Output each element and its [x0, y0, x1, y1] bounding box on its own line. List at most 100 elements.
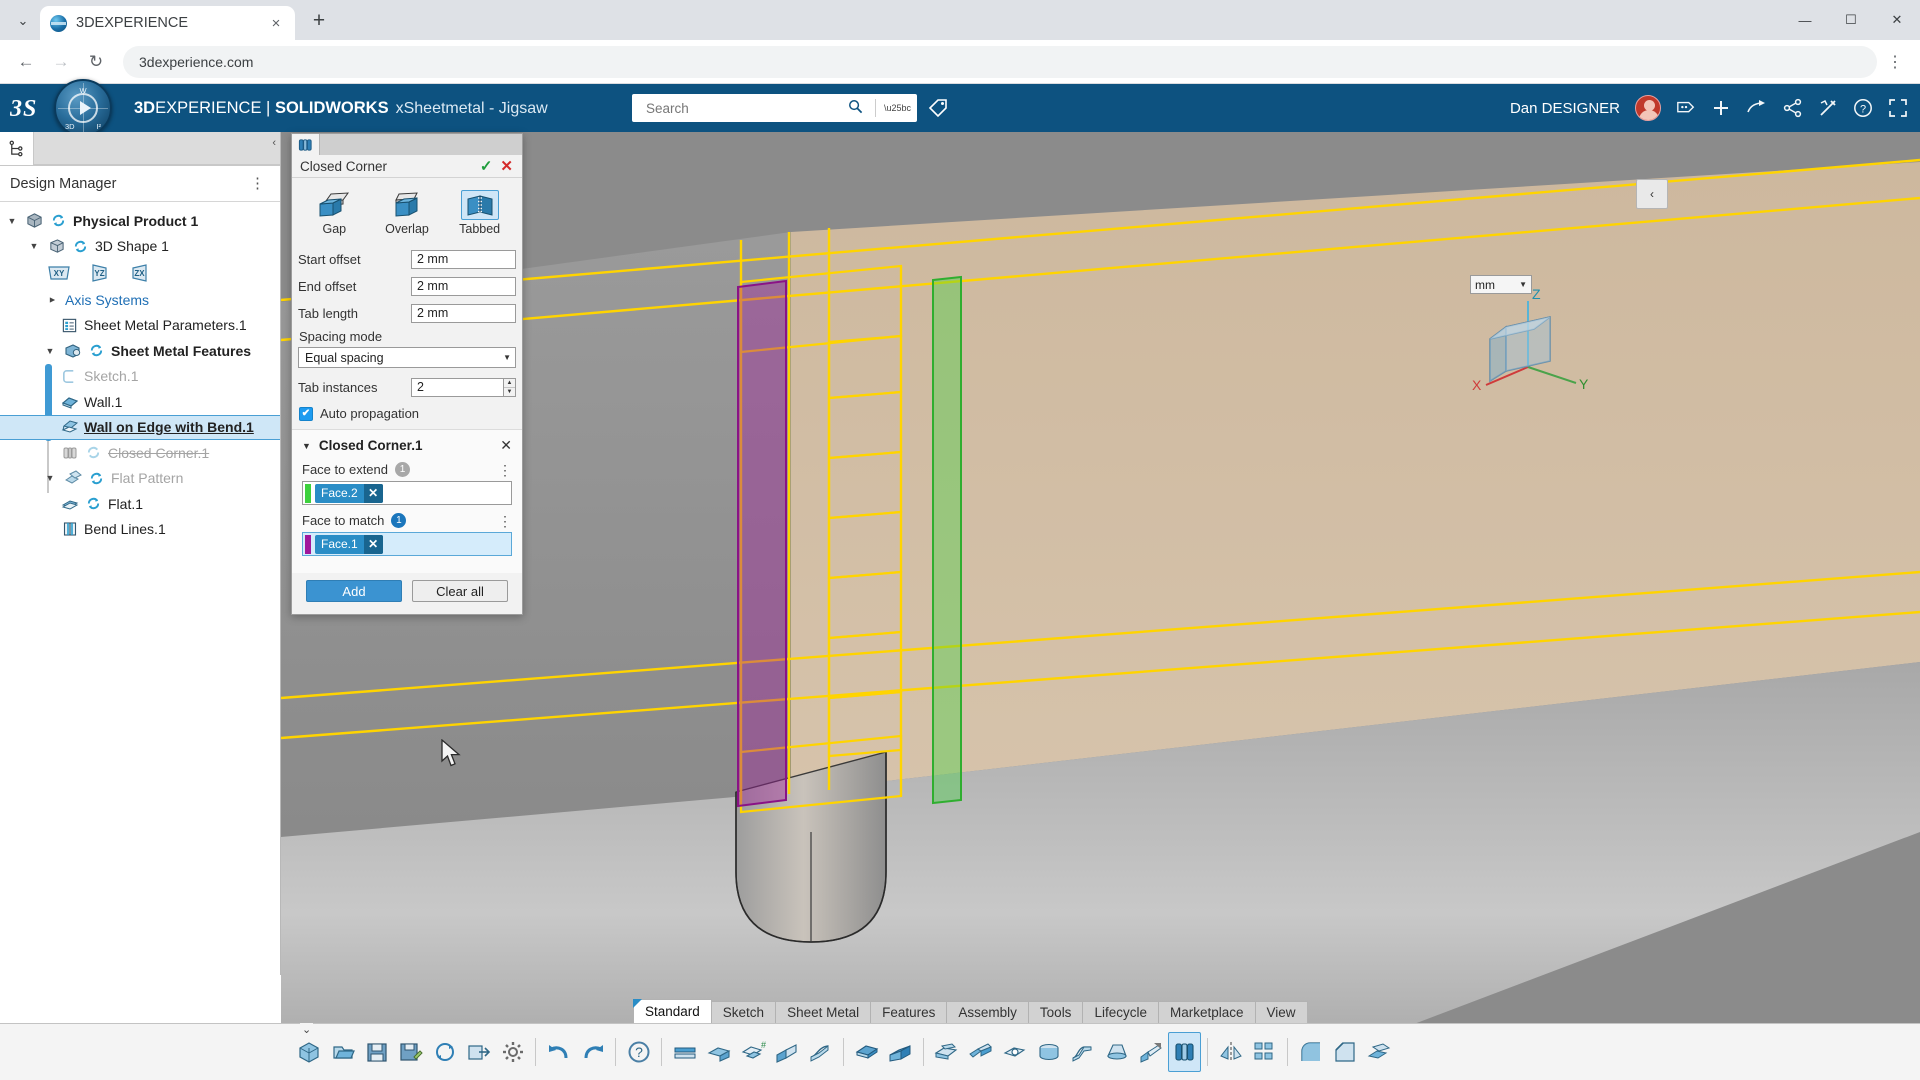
- tree-item-sketch[interactable]: Sketch.1: [0, 364, 280, 390]
- panel-menu-icon[interactable]: ⋮: [246, 180, 270, 188]
- plane-zx-icon[interactable]: ZX: [126, 263, 152, 283]
- hem-icon[interactable]: [930, 1032, 963, 1072]
- corner-type-overlap[interactable]: Overlap: [376, 186, 438, 238]
- add-button[interactable]: Add: [306, 580, 402, 602]
- tree-item-closed-corner[interactable]: Closed Corner.1: [0, 440, 280, 466]
- corner-relief-icon[interactable]: [998, 1032, 1031, 1072]
- forward-icon[interactable]: →: [45, 46, 77, 78]
- tab-features[interactable]: Features: [870, 1001, 947, 1023]
- viewport-collapse-button[interactable]: ‹: [1636, 179, 1668, 209]
- clear-all-button[interactable]: Clear all: [412, 580, 508, 602]
- expand-caret-icon[interactable]: ▼: [42, 473, 58, 483]
- face-to-extend-menu-icon[interactable]: ⋮: [498, 466, 512, 474]
- tab-sheet-metal[interactable]: Sheet Metal: [775, 1001, 871, 1023]
- start-offset-input[interactable]: 2 mm: [411, 250, 516, 269]
- address-bar[interactable]: 3dexperience.com: [123, 46, 1877, 78]
- swept-flange-icon[interactable]: [1066, 1032, 1099, 1072]
- tree-item-flat[interactable]: Flat.1: [0, 491, 280, 517]
- collapse-caret-icon[interactable]: ▼: [47, 292, 57, 308]
- maximize-icon[interactable]: ☐: [1828, 0, 1874, 40]
- closed-corner-icon[interactable]: [292, 134, 320, 155]
- tree-item-sheet-metal-features[interactable]: ▼ Sheet Metal Features: [0, 338, 280, 364]
- user-name[interactable]: Dan DESIGNER: [1510, 100, 1620, 117]
- expand-caret-icon[interactable]: ▼: [4, 216, 20, 226]
- tab-assembly[interactable]: Assembly: [946, 1001, 1029, 1023]
- save-icon[interactable]: [360, 1032, 393, 1072]
- tag-icon[interactable]: [928, 98, 948, 123]
- search-dropdown-icon[interactable]: \u25bc: [884, 103, 911, 113]
- tab-instances-stepper[interactable]: ▲ ▼: [503, 378, 516, 397]
- settings-icon[interactable]: [496, 1032, 529, 1072]
- dialog-ok-button[interactable]: ✓: [475, 157, 498, 175]
- miter-flange-icon[interactable]: [770, 1032, 803, 1072]
- tree-item-axis-systems[interactable]: ▼ Axis Systems: [0, 287, 280, 313]
- tab-instances-input[interactable]: 2: [411, 378, 503, 397]
- open-icon[interactable]: [326, 1032, 359, 1072]
- wall-icon[interactable]: [850, 1032, 883, 1072]
- flatten-icon[interactable]: [1362, 1032, 1395, 1072]
- browser-tab[interactable]: 3DEXPERIENCE ×: [40, 6, 295, 40]
- tree-item-3d-shape[interactable]: ▼ 3D Shape 1: [0, 234, 280, 260]
- tree-item-wall[interactable]: Wall.1: [0, 389, 280, 415]
- section-close-icon[interactable]: ✕: [500, 437, 512, 454]
- viewport-3d[interactable]: Z X Y ‹ mm ▼: [281, 132, 1920, 1080]
- tab-length-input[interactable]: 2 mm: [411, 304, 516, 323]
- tab-standard[interactable]: Standard: [633, 999, 712, 1023]
- tools-icon[interactable]: [1818, 98, 1838, 118]
- stepper-down-icon[interactable]: ▼: [504, 388, 515, 396]
- jog-icon[interactable]: [964, 1032, 997, 1072]
- sketched-bend-icon[interactable]: [804, 1032, 837, 1072]
- closed-corner-dialog[interactable]: Closed Corner ✓ ✕: [291, 133, 523, 615]
- new-icon[interactable]: [292, 1032, 325, 1072]
- expand-caret-icon[interactable]: ▼: [42, 346, 58, 356]
- reload-icon[interactable]: ↻: [80, 46, 112, 78]
- help-icon[interactable]: ?: [1853, 98, 1873, 118]
- compass-icon[interactable]: W 3D I²: [54, 79, 112, 137]
- minimize-icon[interactable]: —: [1782, 0, 1828, 40]
- add-icon[interactable]: [1711, 98, 1731, 118]
- rolled-wall-icon[interactable]: [1032, 1032, 1065, 1072]
- tab-list-button[interactable]: ⌄: [6, 6, 40, 36]
- face-to-extend-field[interactable]: Face.2 ✕: [302, 481, 512, 505]
- edge-flange-icon[interactable]: [702, 1032, 735, 1072]
- revision-icon[interactable]: [428, 1032, 461, 1072]
- tree-item-wall-on-edge-with-bend[interactable]: Wall on Edge with Bend.1: [0, 415, 280, 441]
- social-share-icon[interactable]: [1783, 98, 1803, 118]
- new-tab-button[interactable]: +: [303, 5, 335, 37]
- face-to-match-menu-icon[interactable]: ⋮: [498, 517, 512, 525]
- tree-item-flat-pattern[interactable]: ▼ Flat Pattern: [0, 466, 280, 492]
- help-icon[interactable]: ?: [622, 1032, 655, 1072]
- end-offset-input[interactable]: 2 mm: [411, 277, 516, 296]
- panel-collapse-button[interactable]: ‹: [272, 137, 276, 149]
- tab-sketch[interactable]: Sketch: [711, 1001, 776, 1023]
- tab-view[interactable]: View: [1255, 1001, 1308, 1023]
- base-flange-icon[interactable]: [668, 1032, 701, 1072]
- back-icon[interactable]: ←: [10, 46, 42, 78]
- search-icon[interactable]: [848, 99, 863, 118]
- fillet-icon[interactable]: [1294, 1032, 1327, 1072]
- tree-item-sheet-metal-parameters[interactable]: Sheet Metal Parameters.1: [0, 313, 280, 339]
- export-icon[interactable]: [462, 1032, 495, 1072]
- tree-item-physical-product[interactable]: ▼ Physical Product 1: [0, 208, 280, 234]
- closed-corner-icon[interactable]: [1168, 1032, 1201, 1072]
- chip-remove-icon[interactable]: ✕: [364, 535, 383, 554]
- face-to-extend-chip[interactable]: Face.2 ✕: [315, 484, 383, 503]
- chip-remove-icon[interactable]: ✕: [364, 484, 383, 503]
- toolbar-collapse-button[interactable]: ⌄: [300, 1023, 313, 1036]
- tab-tools[interactable]: Tools: [1028, 1001, 1084, 1023]
- avatar[interactable]: [1635, 95, 1661, 121]
- tab-lifecycle[interactable]: Lifecycle: [1082, 1001, 1159, 1023]
- redo-icon[interactable]: [576, 1032, 609, 1072]
- tab-marketplace[interactable]: Marketplace: [1158, 1001, 1256, 1023]
- fullscreen-icon[interactable]: [1888, 98, 1908, 118]
- undo-icon[interactable]: [542, 1032, 575, 1072]
- tree-structure-icon[interactable]: [0, 132, 34, 165]
- notifications-icon[interactable]: [1676, 99, 1696, 117]
- expand-caret-icon[interactable]: ▼: [26, 241, 42, 251]
- corner-type-tabbed[interactable]: Tabbed: [449, 186, 511, 238]
- dialog-cancel-button[interactable]: ✕: [497, 157, 516, 175]
- plane-yz-icon[interactable]: YZ: [86, 263, 112, 283]
- chamfer-icon[interactable]: [1328, 1032, 1361, 1072]
- plane-xy-icon[interactable]: XY: [46, 263, 72, 283]
- section-collapse-icon[interactable]: ▼: [302, 441, 311, 451]
